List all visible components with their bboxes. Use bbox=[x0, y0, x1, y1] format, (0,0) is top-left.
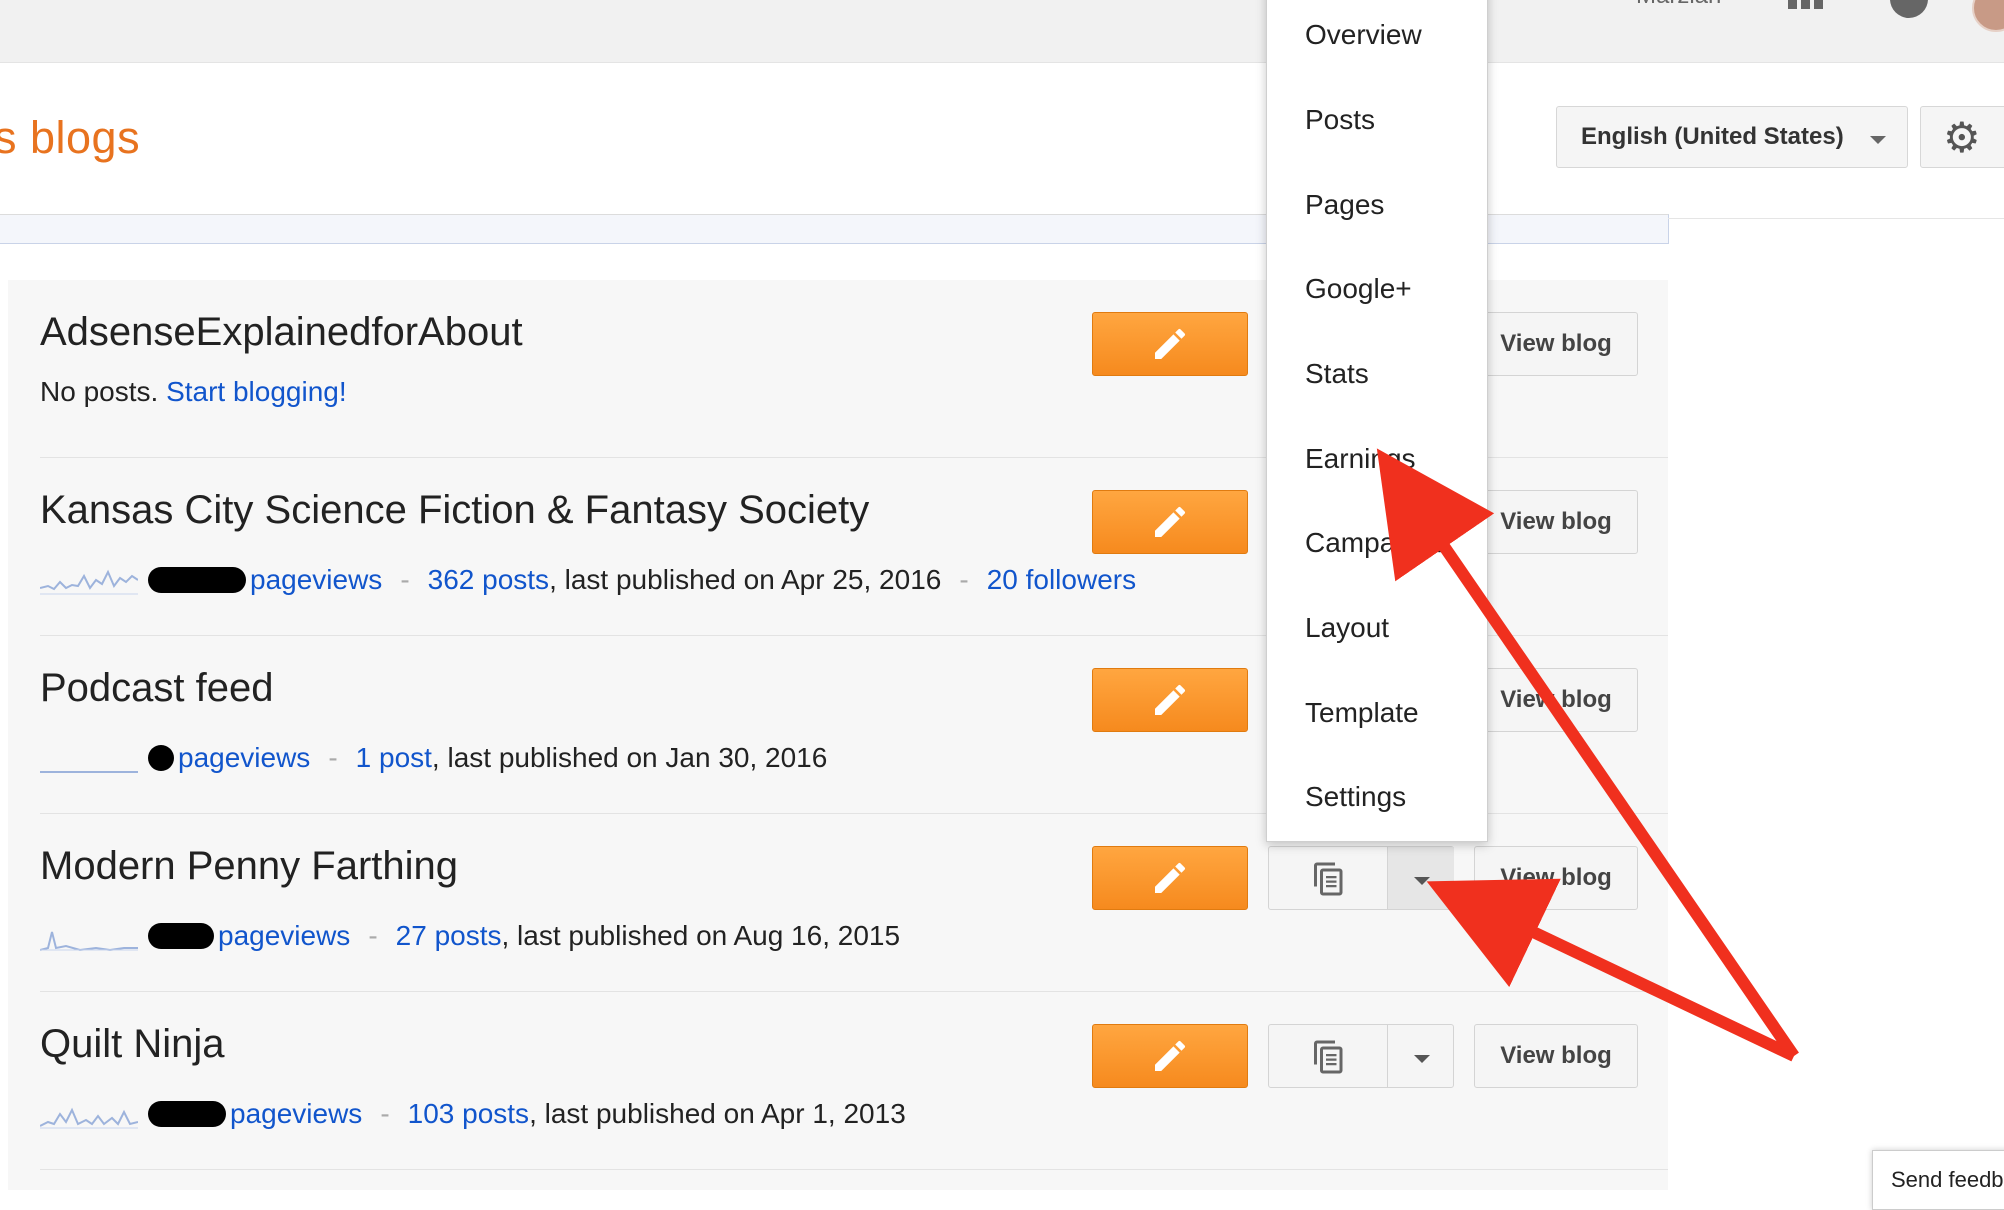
posts-link[interactable]: 362 posts bbox=[428, 564, 549, 596]
language-select-label: English (United States) bbox=[1581, 123, 1844, 150]
new-post-button[interactable] bbox=[1092, 1024, 1248, 1088]
menu-item-layout[interactable]: Layout bbox=[1305, 612, 1389, 644]
pageviews-link[interactable]: pageviews bbox=[178, 742, 310, 774]
apps-grid-icon[interactable] bbox=[1788, 0, 1824, 14]
menu-item-pages[interactable]: Pages bbox=[1305, 189, 1384, 221]
menu-item-earnings[interactable]: Earnings bbox=[1305, 443, 1416, 475]
redacted-count bbox=[148, 567, 246, 593]
menu-item-campaigns[interactable]: Campaigns bbox=[1305, 527, 1447, 559]
separator: - bbox=[380, 1098, 390, 1129]
view-blog-button[interactable]: View blog bbox=[1474, 846, 1638, 910]
send-feedback-button[interactable]: Send feedback bbox=[1872, 1150, 2004, 1210]
settings-button[interactable]: ⚙ bbox=[1920, 106, 2004, 168]
last-published: , last published on Apr 1, 2013 bbox=[529, 1098, 906, 1129]
menu-item-template[interactable]: Template bbox=[1305, 697, 1419, 729]
redacted-count bbox=[148, 745, 174, 771]
blog-actions-menu: Overview Posts Pages Google+ Stats Earni… bbox=[1266, 0, 1488, 842]
followers-link[interactable]: 20 followers bbox=[987, 564, 1136, 596]
chevron-down-icon bbox=[1870, 136, 1886, 144]
redacted-count bbox=[148, 1101, 226, 1127]
document-icon[interactable] bbox=[1311, 1039, 1347, 1075]
pencil-icon bbox=[1155, 328, 1186, 359]
view-blog-button[interactable]: View blog bbox=[1474, 668, 1638, 732]
redacted-count bbox=[148, 923, 214, 949]
menu-item-stats[interactable]: Stats bbox=[1305, 358, 1369, 390]
blog-title[interactable]: AdsenseExplainedforAbout bbox=[40, 310, 523, 355]
blog-meta: pageviews - 27 posts , last published on… bbox=[40, 918, 900, 954]
pageviews-link[interactable]: pageviews bbox=[230, 1098, 362, 1130]
page-title: s blogs bbox=[0, 112, 141, 163]
blog-title[interactable]: Modern Penny Farthing bbox=[40, 844, 458, 889]
new-post-button[interactable] bbox=[1092, 490, 1248, 554]
language-select[interactable]: English (United States) bbox=[1556, 106, 1908, 168]
blog-meta: pageviews - 362 posts , last published o… bbox=[40, 562, 1136, 598]
chevron-down-icon bbox=[1414, 877, 1430, 885]
posts-link[interactable]: 1 post bbox=[356, 742, 432, 774]
blog-title[interactable]: Kansas City Science Fiction & Fantasy So… bbox=[40, 488, 869, 533]
last-published: , last published on Jan 30, 2016 bbox=[431, 742, 828, 773]
last-published: , last published on Apr 25, 2016 bbox=[549, 564, 942, 595]
blog-meta: pageviews - 103 posts , last published o… bbox=[40, 1096, 906, 1132]
more-options-dropdown[interactable] bbox=[1387, 847, 1454, 909]
posts-split-button bbox=[1268, 1024, 1454, 1088]
separator: - bbox=[959, 564, 969, 595]
chevron-down-icon bbox=[1414, 1055, 1430, 1063]
menu-item-overview[interactable]: Overview bbox=[1305, 19, 1422, 51]
pageviews-sparkline bbox=[40, 1107, 138, 1129]
separator: - bbox=[400, 564, 410, 595]
last-published: , last published on Aug 16, 2015 bbox=[501, 920, 901, 951]
pageviews-link[interactable]: pageviews bbox=[218, 920, 350, 952]
new-post-button[interactable] bbox=[1092, 846, 1248, 910]
header-right-line bbox=[1668, 218, 2004, 219]
blog-title[interactable]: Quilt Ninja bbox=[40, 1022, 225, 1067]
pencil-icon bbox=[1155, 506, 1186, 537]
pageviews-sparkline bbox=[40, 771, 138, 773]
posts-link[interactable]: 103 posts bbox=[408, 1098, 529, 1130]
blog-row: Quilt Ninja pageviews - 103 posts , last… bbox=[8, 992, 1668, 1170]
pencil-icon bbox=[1155, 1040, 1186, 1071]
view-blog-button[interactable]: View blog bbox=[1474, 312, 1638, 376]
menu-item-posts[interactable]: Posts bbox=[1305, 104, 1375, 136]
posts-split-button bbox=[1268, 846, 1454, 910]
view-blog-button[interactable]: View blog bbox=[1474, 490, 1638, 554]
row-divider bbox=[40, 1169, 1668, 1170]
no-posts-text: No posts. bbox=[40, 376, 159, 407]
pageviews-sparkline bbox=[40, 569, 138, 595]
posts-link[interactable]: 27 posts bbox=[396, 920, 502, 952]
pageviews-sparkline bbox=[40, 931, 138, 952]
start-blogging-link[interactable]: Start blogging! bbox=[166, 376, 347, 408]
gear-icon: ⚙ bbox=[1943, 113, 1981, 161]
separator: - bbox=[368, 920, 378, 951]
document-icon[interactable] bbox=[1311, 861, 1347, 897]
new-post-button[interactable] bbox=[1092, 668, 1248, 732]
pencil-icon bbox=[1155, 862, 1186, 893]
view-blog-button[interactable]: View blog bbox=[1474, 1024, 1638, 1088]
new-post-button[interactable] bbox=[1092, 312, 1248, 376]
menu-item-settings[interactable]: Settings bbox=[1305, 781, 1406, 813]
pencil-icon bbox=[1155, 684, 1186, 715]
pageviews-link[interactable]: pageviews bbox=[250, 564, 382, 596]
more-options-dropdown[interactable] bbox=[1387, 1025, 1454, 1087]
blog-meta: No posts. Start blogging! bbox=[40, 376, 347, 408]
user-name[interactable]: Marzian bbox=[1636, 0, 1721, 10]
blog-meta: pageviews - 1 post , last published on J… bbox=[40, 740, 827, 776]
separator: - bbox=[328, 742, 338, 773]
menu-item-google-plus[interactable]: Google+ bbox=[1305, 273, 1412, 305]
blog-title[interactable]: Podcast feed bbox=[40, 666, 274, 711]
